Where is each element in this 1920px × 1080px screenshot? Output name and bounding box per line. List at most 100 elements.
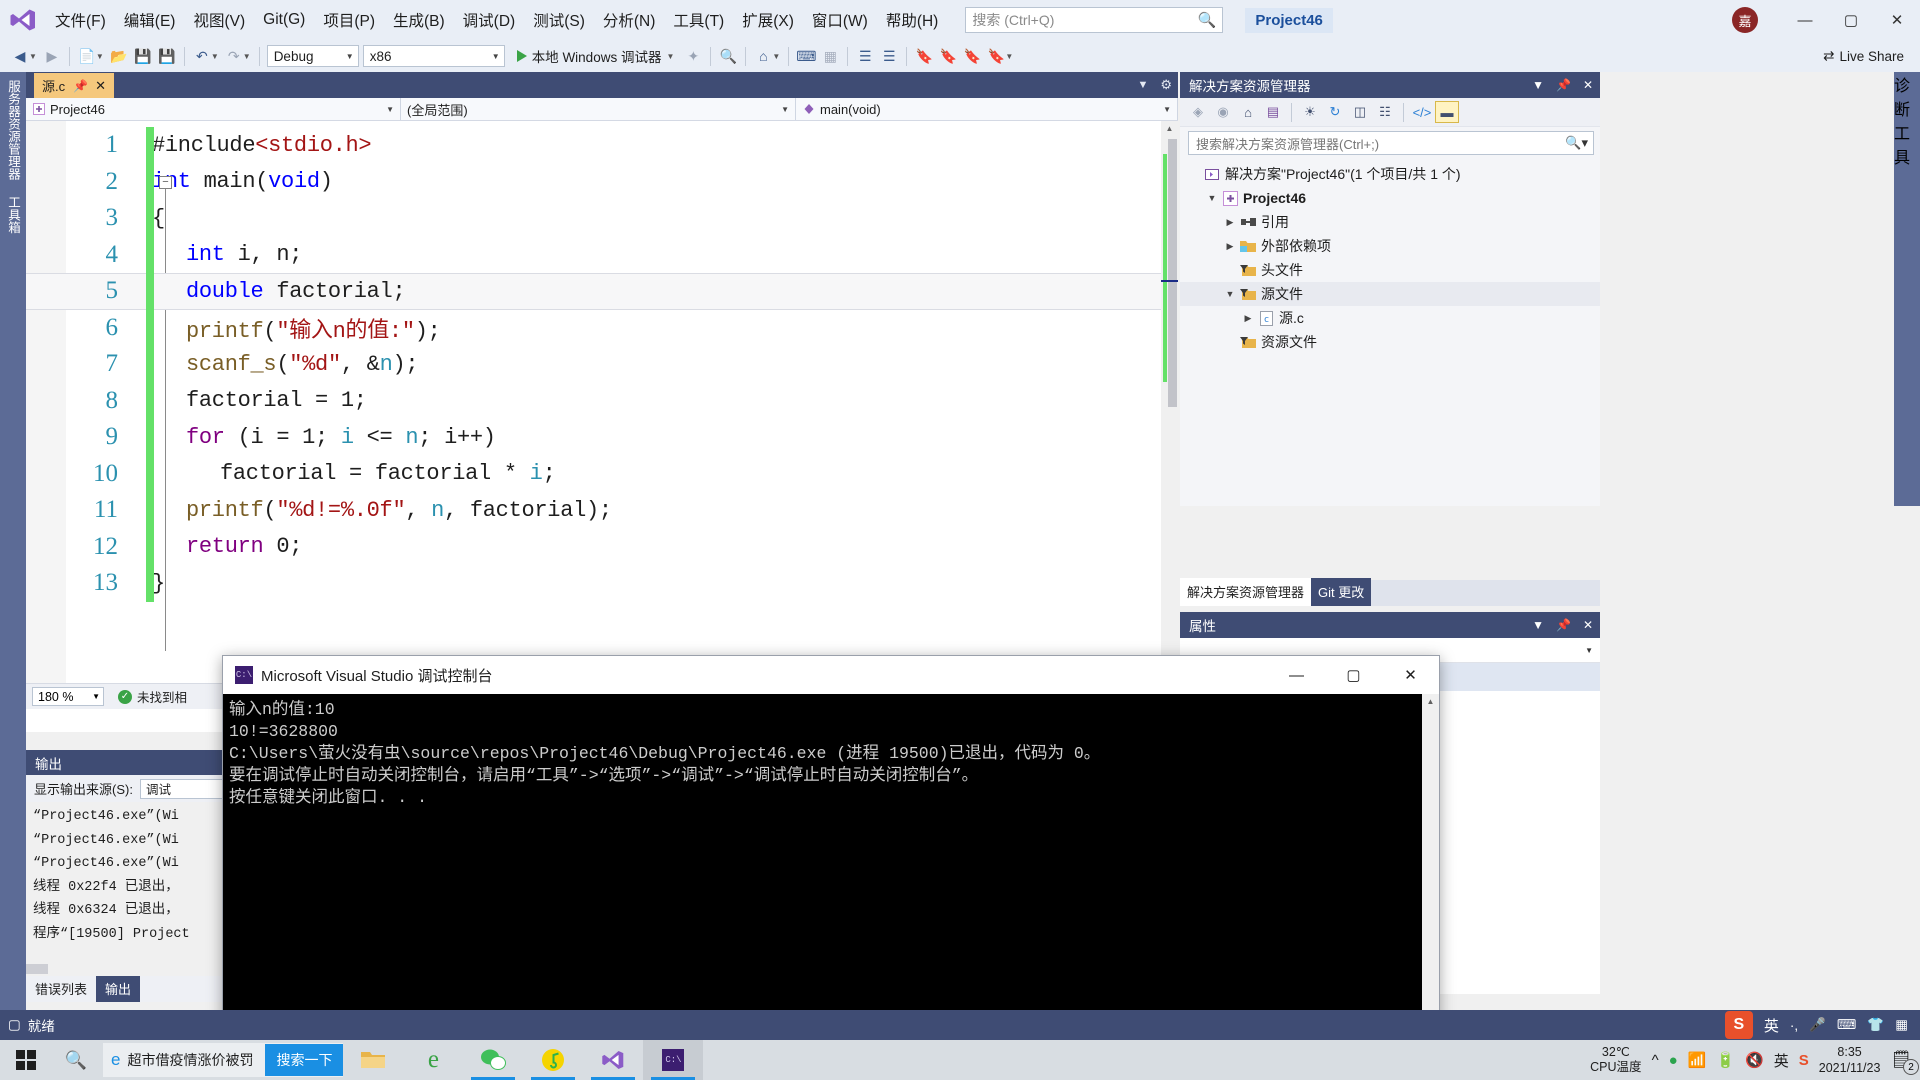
solution-tree-node[interactable]: ▼Project46 [1180,186,1600,210]
fold-toggle-icon[interactable]: − [159,176,172,189]
solution-platform-select[interactable]: x86 ▼ [363,45,505,67]
wifi-icon[interactable]: 📶 [1688,1051,1707,1069]
refresh-icon[interactable]: ↻ [1323,101,1347,123]
microphone-icon[interactable]: 🎤 [1809,1017,1826,1033]
console-output-text[interactable]: 输入n的值:1010!=3628800C:\Users\萤火没有虫\source… [223,694,1439,1034]
chevron-right-icon[interactable]: ▶ [1240,313,1256,324]
menu-item-window[interactable]: 窗口(W) [803,5,877,35]
clock-widget[interactable]: 8:35 2021/11/23 [1819,1044,1881,1076]
search-in-files-icon[interactable]: 🔍 [716,44,740,68]
code-line[interactable]: 4int i, n; [26,237,1178,274]
sidebar-item-server-explorer[interactable]: 服务器资源管理器 [0,72,27,188]
taskbar-app-music[interactable] [523,1040,583,1080]
menu-item-build[interactable]: 生成(B) [384,5,454,35]
gear-icon[interactable]: ⚙ [1160,77,1172,93]
code-line[interactable]: 7scanf_s("%d", &n); [26,346,1178,383]
scroll-up-icon[interactable]: ▲ [1422,694,1439,710]
menu-item-help[interactable]: 帮助(H) [877,5,948,35]
console-minimize-button[interactable]: — [1268,656,1325,694]
close-icon[interactable]: ✕ [95,78,106,94]
keyboard-icon[interactable]: ⌨ [1837,1017,1857,1033]
tab-solution-explorer[interactable]: 解决方案资源管理器 [1180,578,1311,606]
start-button[interactable] [0,1040,52,1080]
sidebar-item-toolbox[interactable]: 工具箱 [0,188,27,242]
console-maximize-button[interactable]: ▢ [1325,656,1382,694]
live-share-button[interactable]: ⇄ Live Share [1823,40,1904,72]
debug-console-window[interactable]: C:\ Microsoft Visual Studio 调试控制台 — ▢ ✕ … [222,655,1440,1035]
chevron-down-icon[interactable]: ▼ [1204,193,1220,203]
tab-git-changes[interactable]: Git 更改 [1311,578,1371,606]
menu-item-test[interactable]: 测试(S) [524,5,594,35]
solution-tree-node[interactable]: 解决方案"Project46"(1 个项目/共 1 个) [1180,162,1600,186]
navbar-member-select[interactable]: main(void) ▼ [796,98,1178,120]
global-search-input[interactable]: 搜索 (Ctrl+Q) 🔍 [965,7,1223,33]
view-code-icon[interactable]: </> [1410,101,1434,123]
layout-icon[interactable]: ▦ [818,44,842,68]
redo-dropdown-icon[interactable]: ▼ [243,52,251,61]
sidebar-item-diagnostic-tools[interactable]: 诊断工具 [1894,72,1920,168]
menu-item-view[interactable]: 视图(V) [184,5,254,35]
document-tab-source-c[interactable]: 源.c 📌 ✕ [34,73,114,98]
code-line[interactable]: 8factorial = 1; [26,383,1178,420]
pending-changes-icon[interactable]: ▤ [1261,101,1285,123]
close-icon[interactable]: ✕ [1583,78,1593,92]
code-line[interactable]: 13} [26,565,1178,602]
new-dropdown-icon[interactable]: ▼ [96,52,104,61]
tab-output[interactable]: 输出 [96,976,140,1002]
close-icon[interactable]: ✕ [1583,618,1593,632]
solution-tree-node[interactable]: ▼源文件 [1180,282,1600,306]
taskbar-app-visual-studio[interactable] [583,1040,643,1080]
code-line[interactable]: 3{ [26,200,1178,237]
save-all-icon[interactable]: 💾 [155,44,179,68]
tray-expand-icon[interactable]: ^ [1652,1052,1659,1069]
taskbar-app-debug-console[interactable]: C:\ [643,1040,703,1080]
chevron-right-icon[interactable]: ▶ [1222,241,1238,252]
taskbar-app-wechat[interactable] [463,1040,523,1080]
active-project-chip[interactable]: Project46 [1245,8,1333,33]
code-line[interactable]: 10factorial = factorial * i; [26,456,1178,493]
battery-icon[interactable]: 🔋 [1716,1051,1735,1069]
home-icon[interactable]: ⌂ [1236,101,1260,123]
avatar[interactable]: 嘉 [1732,7,1758,33]
next-bookmark-icon[interactable]: 🔖 [960,44,984,68]
volume-mute-icon[interactable]: 🔇 [1745,1051,1764,1069]
tab-error-list[interactable]: 错误列表 [26,976,96,1002]
ime-punctuation-icon[interactable]: ·, [1790,1018,1798,1033]
solution-tree-node[interactable]: 头文件 [1180,258,1600,282]
chevron-down-icon[interactable]: ▼ [1222,289,1238,299]
navbar-project-select[interactable]: Project46 ▼ [26,98,401,120]
menu-item-tools[interactable]: 工具(T) [664,5,733,35]
ime-mode-label[interactable]: 英 [1764,1015,1779,1036]
taskbar-search-button[interactable]: 搜索一下 [265,1044,343,1076]
show-all-files-icon[interactable]: ☀ [1298,101,1322,123]
close-button[interactable]: ✕ [1874,0,1920,40]
notification-center-icon[interactable]: 🗒 2 [1890,1050,1912,1070]
code-line[interactable]: 9for (i = 1; i <= n; i++) [26,419,1178,456]
previous-bookmark-icon[interactable]: 🔖 [936,44,960,68]
code-line[interactable]: 11printf("%d!=%.0f", n, factorial); [26,492,1178,529]
code-line[interactable]: 2−int main(void) [26,164,1178,201]
chevron-down-icon[interactable]: ▼ [1532,78,1544,92]
taskbar-app-edge[interactable]: e [403,1040,463,1080]
save-icon[interactable]: 💾 [131,44,155,68]
minimize-button[interactable]: — [1782,0,1828,40]
solution-tree-node[interactable]: 资源文件 [1180,330,1600,354]
sogou-tray-icon[interactable]: S [1799,1052,1809,1069]
undo-dropdown-icon[interactable]: ▼ [211,52,219,61]
open-file-icon[interactable]: 📂 [107,44,131,68]
code-line[interactable]: 1#include<stdio.h> [26,127,1178,164]
select-element-icon[interactable]: ⌨ [794,44,818,68]
editor-vertical-scrollbar[interactable]: ▲ [1161,121,1178,683]
scrollbar-thumb[interactable] [1168,139,1177,407]
hot-reload-icon[interactable]: ✦ [681,44,705,68]
scroll-up-icon[interactable]: ▲ [1161,121,1178,136]
ime-toolbox-icon[interactable]: ▦ [1895,1017,1908,1033]
toolbar-overflow-icon[interactable]: ▼ [1005,52,1013,61]
solution-explorer-search-input[interactable]: 搜索解决方案资源管理器(Ctrl+;) 🔍▾ [1188,131,1594,155]
solution-explorer-tree[interactable]: 解决方案"Project46"(1 个项目/共 1 个)▼Project46▶引… [1180,159,1600,354]
forward-icon[interactable]: ◉ [1211,101,1235,123]
comment-lines-icon[interactable]: ☰ [853,44,877,68]
navbar-scope-select[interactable]: (全局范围) ▼ [401,98,796,120]
back-icon[interactable]: ◈ [1186,101,1210,123]
zoom-level-select[interactable]: 180 % ▼ [32,687,104,706]
